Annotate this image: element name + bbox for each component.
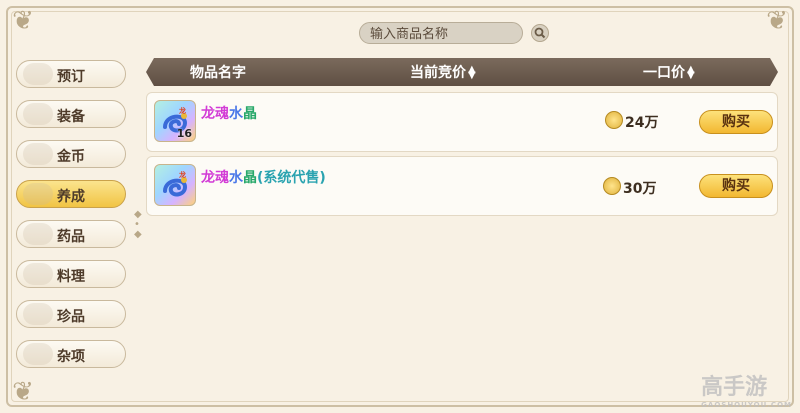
sidebar-item-preorder[interactable]: 预订 xyxy=(16,60,126,88)
header-buyout-price[interactable]: 一口价 ▲ ▼ xyxy=(643,62,695,82)
tab-watermark-icon xyxy=(23,303,53,325)
watermark-logo: 高手游 GAOSHOUYOU.COM xyxy=(701,369,792,409)
table-row: 龙 16 龙魂水晶 24万 购买 xyxy=(146,92,778,152)
corner-ornament-icon: ❦ xyxy=(12,6,34,36)
gold-coin-icon xyxy=(605,111,623,129)
sidebar-item-cuisine[interactable]: 料理 xyxy=(16,260,126,288)
header-label: 一口价 xyxy=(643,65,685,81)
sidebar-item-equipment[interactable]: 装备 xyxy=(16,100,126,128)
table-row: 龙 龙魂水晶(系统代售) 30万 购买 xyxy=(146,156,778,216)
item-name-part: (系统代售) xyxy=(257,170,326,186)
sidebar-item-medicine[interactable]: 药品 xyxy=(16,220,126,248)
sidebar-item-label: 料理 xyxy=(57,269,85,285)
item-name-part: 晶 xyxy=(243,106,257,122)
sidebar-item-gold[interactable]: 金币 xyxy=(16,140,126,168)
header-item-name: 物品名字 xyxy=(190,65,246,81)
item-name-part: 水 xyxy=(229,106,243,122)
item-quantity: 16 xyxy=(176,127,192,140)
search-button[interactable] xyxy=(531,24,549,42)
auction-panel: ❦ ❦ ❦ 预订 装备 金币 养成 药品 料理 珍品 杂项 ◆•◆ 物品名字 当… xyxy=(0,0,800,413)
sidebar-item-label: 药品 xyxy=(57,229,85,245)
search-box[interactable] xyxy=(359,22,523,46)
search-icon xyxy=(534,27,546,39)
gold-coin-icon xyxy=(603,177,621,195)
search-input[interactable] xyxy=(368,23,522,46)
sort-arrows-icon: ▲ ▼ xyxy=(687,64,695,81)
tab-watermark-icon xyxy=(23,63,53,85)
item-icon[interactable]: 龙 16 xyxy=(154,100,196,142)
svg-text:龙: 龙 xyxy=(178,107,186,115)
sidebar-item-label: 珍品 xyxy=(57,309,85,325)
tab-watermark-icon xyxy=(23,103,53,125)
watermark-subtext: GAOSHOUYOU.COM xyxy=(701,401,792,409)
buy-button[interactable]: 购买 xyxy=(699,110,773,134)
item-icon[interactable]: 龙 xyxy=(154,164,196,206)
dragon-crystal-icon: 龙 xyxy=(163,171,188,197)
sidebar-item-label: 金币 xyxy=(57,149,85,165)
item-name-part: 龙魂 xyxy=(201,106,229,122)
item-name-part: 晶 xyxy=(243,170,257,186)
category-sidebar: 预订 装备 金币 养成 药品 料理 珍品 杂项 xyxy=(16,60,128,380)
item-name: 龙魂水晶(系统代售) xyxy=(201,167,326,187)
sort-arrows-icon: ▲ ▼ xyxy=(468,64,476,81)
header-label: 当前竞价 xyxy=(410,65,466,81)
buyout-price: 24万 xyxy=(625,115,659,131)
sidebar-item-treasure[interactable]: 珍品 xyxy=(16,300,126,328)
sidebar-item-misc[interactable]: 杂项 xyxy=(16,340,126,368)
table-header: 物品名字 当前竞价 ▲ ▼ 一口价 ▲ ▼ xyxy=(146,58,778,86)
sidebar-item-label: 装备 xyxy=(57,109,85,125)
watermark-text: 高手游 xyxy=(701,375,768,400)
sidebar-item-label: 养成 xyxy=(57,189,85,205)
item-name-part: 水 xyxy=(229,170,243,186)
panel-divider-icon: ◆ • ◆ xyxy=(134,209,142,240)
svg-text:龙: 龙 xyxy=(178,171,186,179)
tab-watermark-icon xyxy=(23,183,53,205)
buy-button[interactable]: 购买 xyxy=(699,174,773,198)
sidebar-item-cultivation[interactable]: 养成 xyxy=(16,180,126,208)
tab-watermark-icon xyxy=(23,223,53,245)
item-name-part: 龙魂 xyxy=(201,170,229,186)
sidebar-item-label: 杂项 xyxy=(57,349,85,365)
corner-ornament-icon: ❦ xyxy=(766,6,788,36)
tab-watermark-icon xyxy=(23,343,53,365)
item-name: 龙魂水晶 xyxy=(201,103,257,123)
tab-watermark-icon xyxy=(23,143,53,165)
header-current-bid[interactable]: 当前竞价 ▲ ▼ xyxy=(410,62,476,82)
corner-ornament-icon: ❦ xyxy=(12,377,34,407)
tab-watermark-icon xyxy=(23,263,53,285)
buyout-price: 30万 xyxy=(623,181,657,197)
sidebar-item-label: 预订 xyxy=(57,69,85,85)
